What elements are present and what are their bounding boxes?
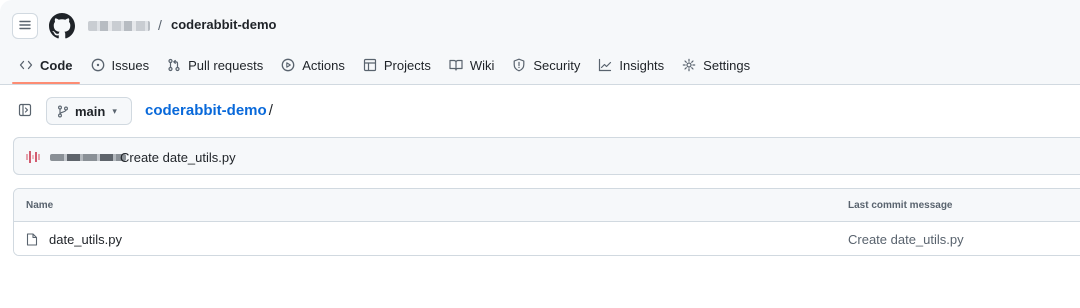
tab-issues[interactable]: Issues — [84, 55, 157, 75]
play-circle-icon — [281, 58, 295, 72]
column-header-last-commit: Last commit message — [848, 200, 953, 211]
gear-icon — [682, 58, 696, 72]
tab-label: Code — [40, 57, 73, 73]
tab-insights[interactable]: Insights — [591, 55, 671, 75]
breadcrumb-slash: / — [268, 102, 273, 119]
tab-label: Pull requests — [188, 57, 264, 73]
tab-label: Projects — [383, 57, 431, 73]
tab-label: Issues — [111, 57, 150, 73]
breadcrumb-repo-link[interactable]: coderabbit-demo — [145, 102, 267, 119]
table-icon — [363, 58, 377, 72]
column-header-name: Name — [26, 200, 54, 211]
repo-tabs: Code Issues Pull requests Actions Projec… — [12, 55, 761, 85]
issue-circle-icon — [91, 58, 105, 72]
chevron-down-icon: ▾ — [112, 105, 117, 116]
repo-header: / coderabbit-demo Code Issues Pull reque… — [0, 0, 1080, 85]
tab-code[interactable]: Code — [12, 55, 80, 84]
tab-label: Settings — [703, 57, 751, 73]
file-icon — [26, 233, 38, 246]
sidebar-expand-icon — [18, 103, 32, 120]
owner-name-redacted[interactable] — [88, 21, 150, 31]
book-icon — [449, 58, 463, 72]
file-table: Name Last commit message date_utils.py C… — [13, 188, 1080, 256]
table-row[interactable]: date_utils.py Create date_utils.py — [14, 222, 1080, 255]
branch-selector-button[interactable]: main ▾ — [46, 97, 132, 125]
shield-icon — [512, 58, 526, 72]
repo-name-link[interactable]: coderabbit-demo — [171, 17, 276, 32]
tab-wiki[interactable]: Wiki — [442, 55, 502, 75]
breadcrumb-separator: / — [158, 17, 162, 33]
tab-projects[interactable]: Projects — [356, 55, 438, 75]
menu-button[interactable] — [12, 13, 38, 39]
table-header: Name Last commit message — [14, 189, 1080, 222]
tab-label: Security — [533, 57, 581, 73]
git-branch-icon — [57, 105, 69, 118]
branch-name: main — [75, 103, 106, 119]
github-logo-icon[interactable] — [49, 13, 75, 39]
pull-request-icon — [167, 58, 181, 72]
file-commit-message-link[interactable]: Create date_utils.py — [848, 232, 964, 247]
tab-label: Actions — [302, 57, 345, 73]
tab-label: Insights — [619, 57, 665, 73]
tab-security[interactable]: Security — [505, 55, 587, 75]
tab-label: Wiki — [469, 57, 495, 73]
tab-actions[interactable]: Actions — [274, 55, 352, 75]
hamburger-icon — [19, 19, 31, 34]
breadcrumb: coderabbit-demo / — [145, 102, 273, 119]
file-tree-toggle-button[interactable] — [14, 100, 36, 122]
tab-settings[interactable]: Settings — [675, 55, 757, 75]
graph-icon — [598, 58, 612, 72]
file-name-link[interactable]: date_utils.py — [49, 232, 122, 247]
commit-author-redacted[interactable] — [50, 154, 126, 161]
code-icon — [19, 58, 33, 72]
latest-commit-message[interactable]: Create date_utils.py — [120, 150, 236, 165]
latest-commit-bar: Create date_utils.py — [13, 137, 1080, 175]
tab-pull-requests[interactable]: Pull requests — [160, 55, 270, 75]
avatar-icon[interactable] — [26, 150, 40, 164]
